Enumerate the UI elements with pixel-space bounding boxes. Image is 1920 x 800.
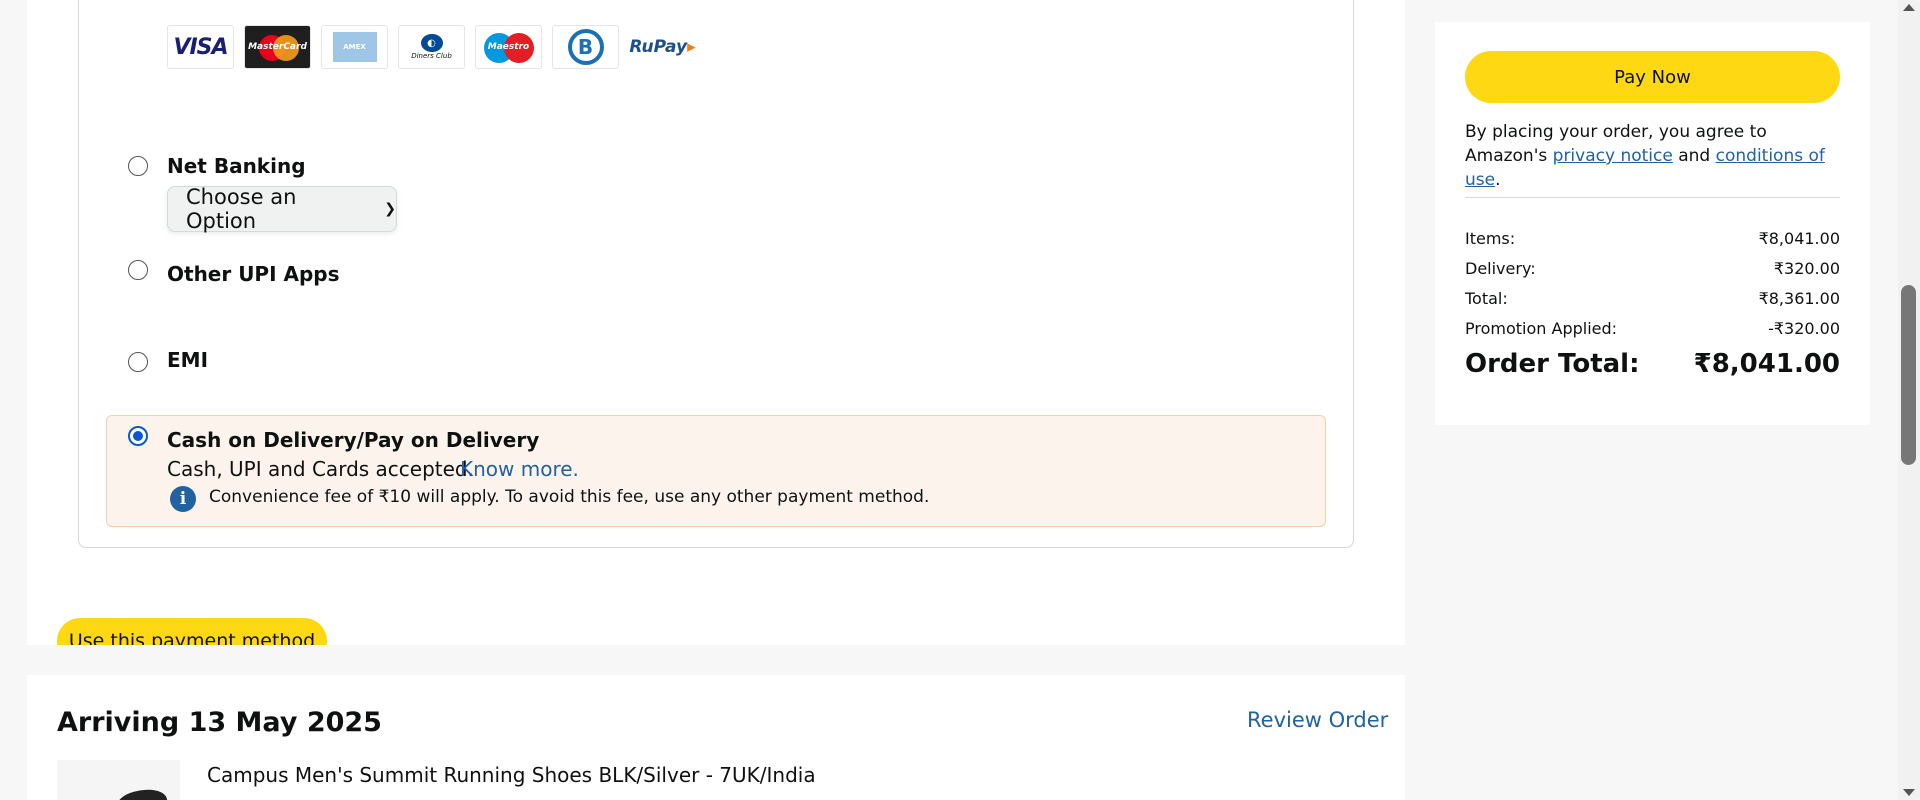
order-total: Order Total: ₹8,041.00 bbox=[1465, 349, 1840, 379]
section-gap bbox=[27, 645, 1405, 675]
cod-radio[interactable] bbox=[128, 426, 148, 446]
info-icon: i bbox=[170, 486, 196, 512]
maestro-logo: Maestro bbox=[475, 25, 542, 69]
diners-club-logo: ◐ Diners Club bbox=[398, 25, 465, 69]
chevron-down-icon: ❯ bbox=[384, 201, 396, 217]
product-name[interactable]: Campus Men's Summit Running Shoes BLK/Si… bbox=[207, 763, 816, 787]
card-logos: VISA MasterCard AMEX ◐ Diners Club Maestr… bbox=[167, 25, 696, 69]
product-thumbnail[interactable] bbox=[57, 760, 180, 800]
cod-subtext: Cash, UPI and Cards accepted. bbox=[167, 457, 474, 481]
review-order-link[interactable]: Review Order bbox=[1247, 708, 1388, 732]
net-banking-select[interactable]: Choose an Option ❯ bbox=[167, 185, 397, 233]
summary-row-items: Items: ₹8,041.00 bbox=[1465, 229, 1840, 248]
privacy-notice-link[interactable]: privacy notice bbox=[1553, 146, 1673, 166]
scroll-down-icon[interactable] bbox=[1903, 789, 1915, 796]
order-total-label: Order Total: bbox=[1465, 349, 1640, 379]
summary-row-delivery: Delivery: ₹320.00 bbox=[1465, 259, 1840, 278]
net-banking-select-value: Choose an Option bbox=[186, 185, 297, 233]
arriving-panel: Arriving 13 May 2025 Review Order Campus… bbox=[27, 675, 1405, 800]
bajaj-finserv-logo: B bbox=[552, 25, 619, 69]
order-summary: Pay Now By placing your order, you agree… bbox=[1435, 22, 1870, 425]
know-more-link[interactable]: Know more. bbox=[460, 457, 579, 481]
other-upi-radio[interactable] bbox=[128, 260, 148, 280]
emi-label: EMI bbox=[167, 348, 209, 372]
summary-row-total: Total: ₹8,361.00 bbox=[1465, 289, 1840, 308]
summary-row-promotion: Promotion Applied: -₹320.00 bbox=[1465, 319, 1840, 338]
rupay-logo: RuPay ▸ bbox=[629, 25, 696, 69]
emi-radio[interactable] bbox=[128, 352, 148, 372]
visa-logo: VISA bbox=[167, 25, 234, 69]
amex-logo: AMEX bbox=[321, 25, 388, 69]
other-upi-label: Other UPI Apps bbox=[167, 262, 340, 286]
arriving-title: Arriving 13 May 2025 bbox=[57, 707, 382, 738]
mastercard-logo: MasterCard bbox=[244, 25, 311, 69]
order-total-value: ₹8,041.00 bbox=[1693, 349, 1840, 379]
net-banking-radio[interactable] bbox=[128, 156, 148, 176]
page-scrollbar[interactable] bbox=[1898, 0, 1920, 800]
agreement-text: By placing your order, you agree to Amaz… bbox=[1465, 122, 1825, 190]
scrollbar-thumb[interactable] bbox=[1901, 285, 1916, 465]
pay-now-button[interactable]: Pay Now bbox=[1465, 51, 1840, 103]
cod-label: Cash on Delivery/Pay on Delivery bbox=[167, 428, 540, 452]
summary-divider bbox=[1465, 197, 1840, 198]
fee-note: Convenience fee of ₹10 will apply. To av… bbox=[209, 487, 930, 507]
net-banking-label: Net Banking bbox=[167, 154, 306, 178]
payment-panel: VISA MasterCard AMEX ◐ Diners Club Maestr… bbox=[27, 0, 1405, 664]
scroll-up-icon[interactable] bbox=[1903, 4, 1915, 11]
